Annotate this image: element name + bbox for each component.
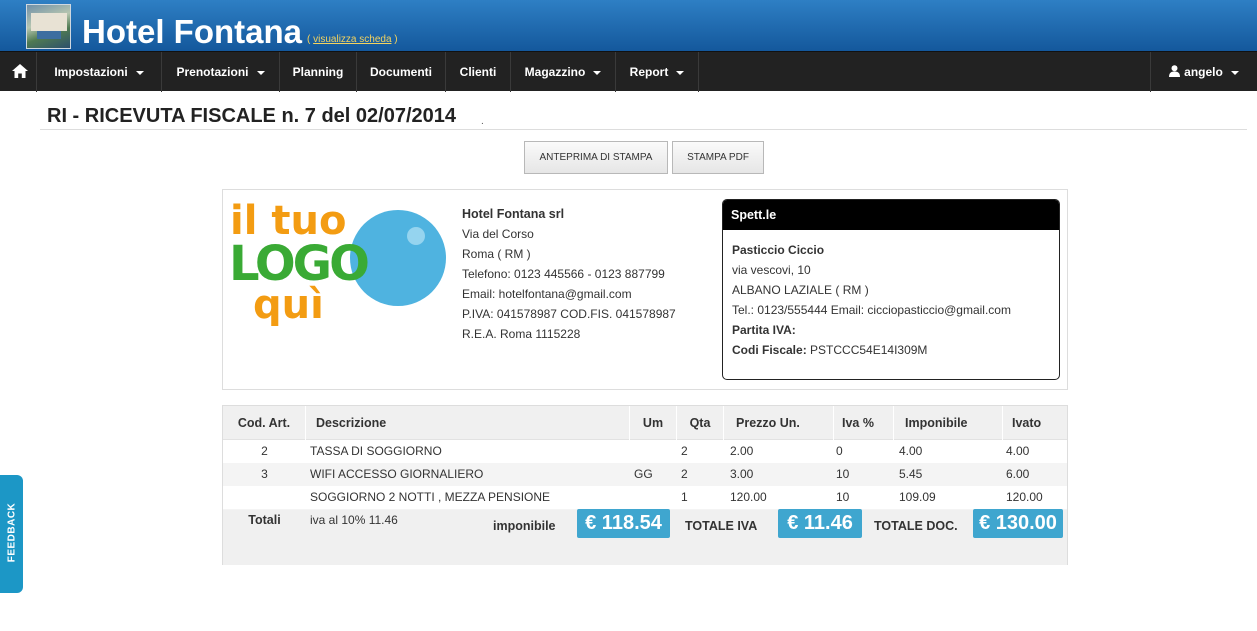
column-header: Descrizione [306,406,630,440]
document-total-label: TOTALE DOC. [874,519,958,533]
column-header: Imponibile [894,406,1003,440]
vat-total-label: TOTALE IVA [685,519,758,533]
home-button[interactable] [0,52,37,92]
hotel-thumbnail-image [26,4,71,49]
column-header: Iva % [834,406,894,440]
view-profile-link-wrapper: ( visualizza scheda ) [307,34,398,45]
table-row: 2 TASSA DI SOGGIORNO 2 2.00 0 4.00 4.00 [223,440,1067,463]
customer-name: Pasticcio Ciccio [732,243,825,257]
column-header: Um [630,406,677,440]
table-header: Cod. Art. Descrizione Um Qta Prezzo Un. … [223,406,1067,440]
caret-down-icon [676,70,685,75]
document-header-panel: il tuo LOGO quì Hotel Fontana srl Via de… [222,189,1068,390]
taxable-total: € 118.54 [577,509,670,538]
vat-total: € 11.46 [778,509,862,538]
vat-breakdown: iva al 10% 11.46 [310,513,398,527]
nav-prenotazioni[interactable]: Prenotazioni [162,52,280,92]
table-row: 3 WIFI ACCESSO GIORNALIERO GG 2 3.00 10 … [223,463,1067,486]
nav-impostazioni[interactable]: Impostazioni [37,52,162,92]
print-preview-button[interactable]: ANTEPRIMA DI STAMPA [524,141,668,174]
table-row: SOGGIORNO 2 NOTTI , MEZZA PENSIONE 1 120… [223,486,1067,509]
company-rea: R.E.A. Roma 1115228 [462,327,581,341]
user-icon [1169,65,1181,77]
company-logo: il tuo LOGO quì [228,196,450,328]
customer-city: ALBANO LAZIALE ( RM ) [732,283,869,297]
nav-planning[interactable]: Planning [280,52,357,92]
column-header: Qta [677,406,724,440]
logo-image: il tuo LOGO quì [229,198,446,328]
column-header: Ivato [1012,416,1042,430]
print-pdf-button[interactable]: STAMPA PDF [672,141,764,174]
caret-down-icon [256,70,265,75]
app-header: Hotel Fontana ( visualizza scheda ) [0,0,1257,51]
company-vat: P.IVA: 041578987 COD.FIS. 041578987 [462,307,676,321]
caret-down-icon [593,70,602,75]
view-profile-link[interactable]: visualizza scheda [313,34,391,45]
document-total: € 130.00 [973,509,1063,538]
caret-down-icon [1230,70,1239,75]
nav-clienti[interactable]: Clienti [446,52,511,92]
company-email: Email: hotelfontana@gmail.com [462,287,632,301]
caret-down-icon [135,70,144,75]
customer-fiscal-code: Codi Fiscale: PSTCCC54E14I309M [732,343,928,357]
customer-header: Spett.le [723,200,1059,230]
items-table: Cod. Art. Descrizione Um Qta Prezzo Un. … [222,405,1068,565]
title-suffix: . [481,116,484,127]
column-header: Prezzo Un. [724,406,834,440]
company-details: Hotel Fontana srl Via del Corso Roma ( R… [462,204,676,344]
feedback-tab[interactable]: FEEDBACK [0,475,23,593]
customer-details: Pasticcio Ciccio via vescovi, 10 ALBANO … [723,230,1059,370]
nav-magazzino[interactable]: Magazzino [511,52,616,92]
customer-box: Spett.le Pasticcio Ciccio via vescovi, 1… [722,199,1060,380]
page-title: RI - RICEVUTA FISCALE n. 7 del 02/07/201… [47,105,457,127]
company-address: Via del Corso [462,227,534,241]
company-city: Roma ( RM ) [462,247,531,261]
feedback-label: FEEDBACK [6,502,18,563]
customer-contacts: Tel.: 0123/555444 Email: cicciopasticcio… [732,303,1011,317]
logo-text-bottom: quì [253,282,324,326]
user-name: angelo [1184,65,1223,79]
customer-address: via vescovi, 10 [732,263,811,277]
customer-vat: Partita IVA: [732,323,796,337]
user-menu[interactable]: angelo [1150,52,1257,92]
company-name: Hotel Fontana srl [462,207,565,221]
company-phone: Telefono: 0123 445566 - 0123 887799 [462,267,665,281]
main-navbar: Impostazioni Prenotazioni Planning Docum… [0,51,1257,92]
nav-report[interactable]: Report [616,52,699,92]
title-divider [40,129,1247,130]
totals-label: Totali [248,513,281,527]
app-title: Hotel Fontana [82,13,302,50]
nav-documenti[interactable]: Documenti [357,52,446,92]
taxable-label: imponibile [493,519,556,533]
column-header: Cod. Art. [223,406,306,440]
home-icon [12,64,28,78]
